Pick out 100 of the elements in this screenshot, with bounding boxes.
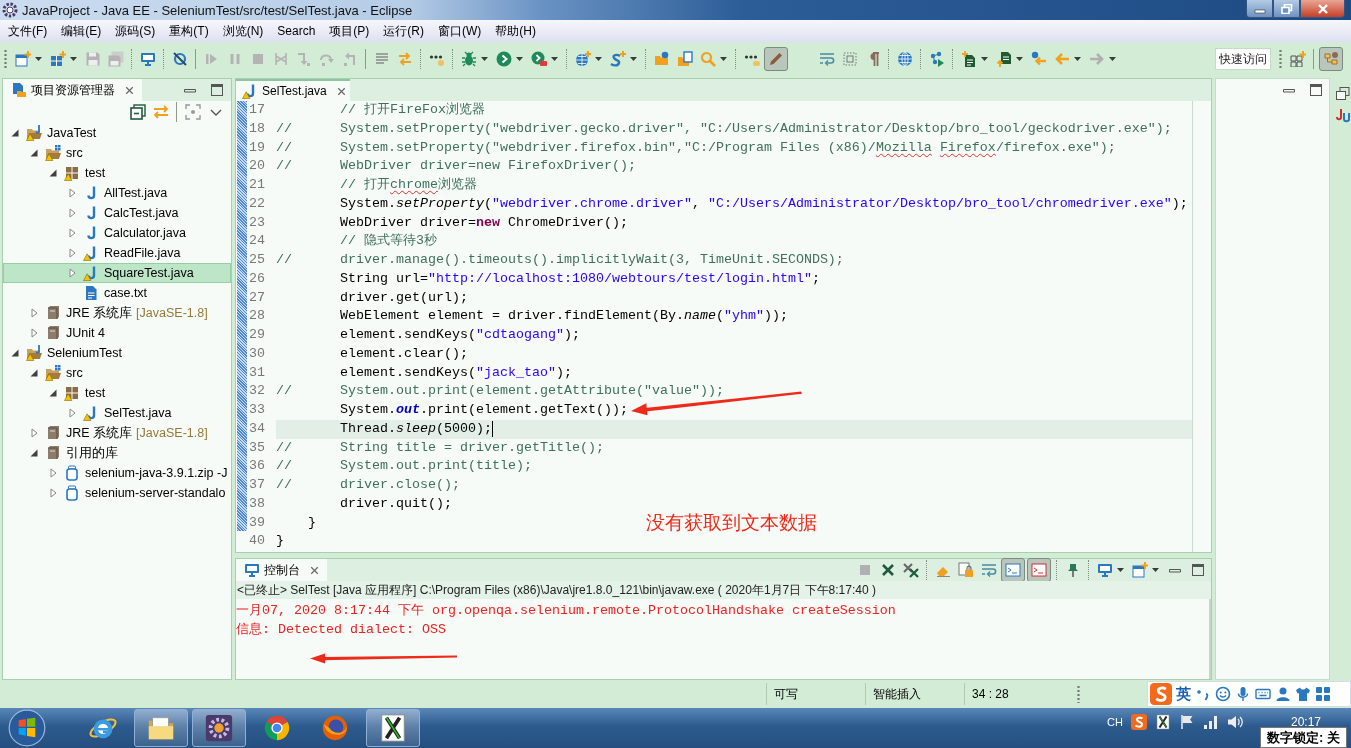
chrome-icon[interactable] [262, 713, 292, 743]
caret-icon[interactable] [481, 56, 488, 61]
menu-item[interactable]: 编辑(E) [54, 20, 109, 42]
network-icon[interactable] [1202, 714, 1219, 730]
dot-arrow-icon[interactable] [1030, 50, 1047, 67]
tree-item[interactable]: SeleniumTest [3, 343, 231, 363]
word-wrap-icon[interactable] [818, 50, 835, 67]
word-wrap-icon[interactable] [980, 562, 997, 578]
grid-plus-icon[interactable] [1289, 50, 1306, 67]
ime-logo-icon[interactable] [1150, 683, 1172, 705]
curve-plus-icon[interactable] [609, 50, 626, 67]
window-plus-icon[interactable] [1131, 562, 1148, 578]
perspective-icon[interactable] [1319, 46, 1343, 71]
caret-icon[interactable] [70, 56, 77, 61]
tree-item[interactable]: ReadFile.java [3, 243, 231, 263]
smiley-icon[interactable] [1215, 686, 1231, 702]
menu-item[interactable]: 窗口(W) [431, 20, 489, 42]
caret-icon[interactable] [1117, 568, 1124, 572]
tree-item[interactable]: JRE 系统库 [JavaSE-1.8] [3, 303, 231, 323]
keyboard-icon[interactable] [1255, 686, 1271, 702]
cross-icon[interactable] [879, 562, 896, 578]
caret-icon[interactable] [595, 56, 602, 61]
tree-toggle-icon[interactable] [67, 268, 77, 278]
tree-toggle-icon[interactable] [48, 488, 58, 498]
focus-icon[interactable] [184, 104, 201, 120]
tree-item[interactable]: JRE 系统库 [JavaSE-1.8] [3, 423, 231, 443]
menu-item[interactable]: 项目(P) [322, 20, 377, 42]
menu-item[interactable]: 重构(T) [162, 20, 216, 42]
tree-toggle-icon[interactable] [29, 368, 39, 378]
double-cross-icon[interactable] [902, 562, 919, 578]
microphone-icon[interactable] [1235, 686, 1251, 702]
monitor-icon[interactable] [139, 50, 156, 67]
tree-toggle-icon[interactable] [29, 148, 39, 158]
run-icon[interactable] [495, 50, 512, 67]
menu-item[interactable]: 源码(S) [108, 20, 163, 42]
menu-item[interactable]: Search [270, 20, 323, 42]
speaker-icon[interactable] [1226, 714, 1243, 730]
restore-icon[interactable] [1335, 86, 1351, 102]
tree-item[interactable]: JavaTest [3, 123, 231, 143]
panel-tab[interactable]: 项目资源管理器 [3, 79, 142, 101]
ime-logo-icon[interactable] [1130, 714, 1147, 730]
tree-item[interactable]: AllTest.java [3, 183, 231, 203]
test-runner-icon[interactable] [1335, 108, 1351, 124]
tree-item[interactable]: src [3, 363, 231, 383]
folder-icon[interactable] [653, 50, 670, 67]
lock-document-icon[interactable] [957, 562, 974, 578]
tree-item[interactable]: SelTest.java [3, 403, 231, 423]
tree-toggle-icon[interactable] [48, 168, 58, 178]
console-error-icon[interactable] [1027, 558, 1051, 582]
menu-item[interactable]: 文件(F) [1, 20, 55, 42]
new-window-icon[interactable] [14, 50, 31, 67]
run-config-icon[interactable] [530, 50, 547, 67]
quick-access-field[interactable]: 快速访问 [1215, 47, 1271, 70]
tree-toggle-icon[interactable] [29, 328, 39, 338]
tree-item[interactable]: 引用的库 [3, 443, 231, 463]
grid-icon[interactable] [1315, 686, 1331, 702]
caret-icon[interactable] [1152, 568, 1159, 572]
caret-icon[interactable] [516, 56, 523, 61]
clipboard-folder-icon[interactable] [676, 50, 693, 67]
caret-icon[interactable] [1016, 56, 1023, 61]
minimize-button[interactable] [1246, 0, 1273, 18]
tree-item[interactable]: SquareTest.java [3, 263, 231, 283]
tree-item[interactable]: Calculator.java [3, 223, 231, 243]
tree-item[interactable]: CalcTest.java [3, 203, 231, 223]
panel-tab[interactable]: 控制台 [236, 559, 327, 581]
caret-icon[interactable] [551, 56, 558, 61]
start-orb-icon[interactable] [8, 709, 46, 747]
shirt-icon[interactable] [1295, 686, 1311, 702]
clock-time[interactable]: 20:17 [1290, 715, 1321, 729]
taskbar-button[interactable] [134, 709, 188, 747]
caret-icon[interactable] [630, 56, 637, 61]
maximize-icon[interactable] [1189, 562, 1206, 578]
tree-toggle-icon[interactable] [67, 248, 77, 258]
tree-item[interactable]: JUnit 4 [3, 323, 231, 343]
flag-icon[interactable] [1178, 714, 1195, 730]
nodes-icon[interactable] [928, 50, 945, 67]
firefox-icon[interactable] [320, 713, 350, 743]
globe-icon[interactable] [896, 50, 913, 67]
tree-toggle-icon[interactable] [48, 388, 58, 398]
ime-mode-toggle[interactable]: 英 [1176, 684, 1191, 704]
console-output-icon[interactable] [1001, 558, 1025, 582]
tree-item[interactable]: selenium-server-standalo [3, 483, 231, 503]
tree-item[interactable]: test [3, 383, 231, 403]
caret-icon[interactable] [35, 56, 42, 61]
tree-toggle-icon[interactable] [29, 448, 39, 458]
tree-item[interactable]: case.txt [3, 283, 231, 303]
tree-toggle-icon[interactable] [48, 468, 58, 478]
tree-toggle-icon[interactable] [67, 188, 77, 198]
monitor-icon[interactable] [1096, 562, 1113, 578]
tree-item[interactable]: test [3, 163, 231, 183]
close-button[interactable] [1300, 0, 1345, 18]
tree-item[interactable]: src [3, 143, 231, 163]
table-plus-icon[interactable] [49, 50, 66, 67]
taskbar-button[interactable] [366, 709, 420, 747]
collapse-all-icon[interactable] [129, 104, 146, 120]
user-icon[interactable] [1275, 686, 1291, 702]
pencil-icon[interactable] [764, 46, 788, 71]
menu-item[interactable]: 运行(R) [376, 20, 432, 42]
tree-toggle-icon[interactable] [29, 428, 39, 438]
menu-item[interactable]: 浏览(N) [215, 20, 271, 42]
